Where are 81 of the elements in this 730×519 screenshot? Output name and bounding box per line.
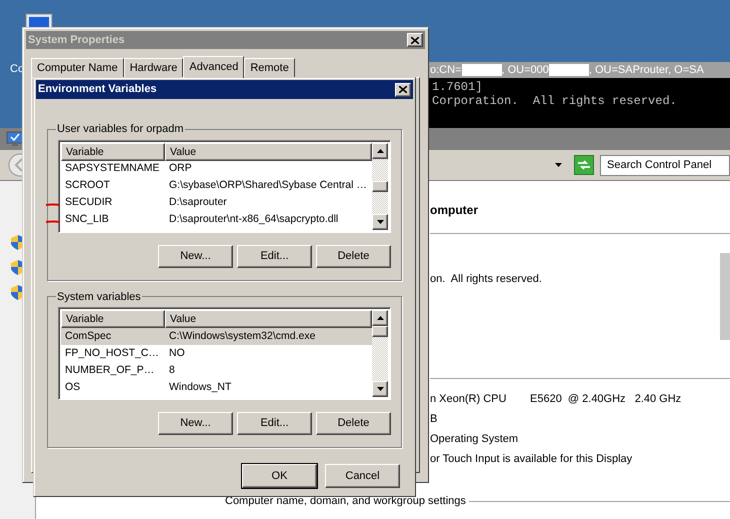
window-title: System Properties	[28, 32, 125, 48]
table-cell-text: 8	[168, 362, 175, 378]
column-header[interactable]: Variable	[61, 310, 165, 328]
down-arrow-icon	[376, 220, 384, 224]
variable-row[interactable]: SAPSYSTEMNAME ORP	[61, 160, 372, 178]
group-title: User variables for orpadm	[56, 122, 185, 137]
column-header[interactable]: Value	[165, 310, 372, 328]
variable-row[interactable]: SECUDIR D:\saprouter	[61, 194, 372, 212]
scroll-up-button[interactable]	[372, 310, 388, 326]
dialog-button[interactable]: Edit...	[237, 412, 312, 435]
close-icon	[411, 36, 419, 44]
window-title: Environment Variables	[38, 82, 157, 98]
column-header[interactable]: Variable	[61, 142, 165, 160]
variable-row[interactable]: FP_NO_HOST_C… NO	[61, 345, 372, 362]
tab[interactable]: Hardware	[124, 58, 184, 77]
table-cell-text: NO	[168, 346, 185, 361]
console-title: o:CN=	[430, 62, 462, 78]
table-cell-text: Windows_NT	[168, 380, 232, 395]
scroll-thumb[interactable]	[372, 326, 388, 337]
scroll-thumb[interactable]	[372, 180, 388, 192]
console-title: , OU=000	[502, 62, 549, 78]
tab[interactable]: Advanced	[183, 56, 244, 78]
down-arrow-icon	[376, 387, 384, 391]
redaction-block	[548, 64, 589, 76]
table-cell-text: D:\saprouter	[168, 195, 227, 210]
dialog-button[interactable]: New...	[158, 244, 233, 268]
table-cell-text: C:\Windows\system32\cmd.exe	[168, 328, 316, 344]
up-arrow-icon	[376, 148, 384, 152]
dialog-button[interactable]: Delete	[316, 412, 391, 435]
copyright-text: on. All rights reserved.	[430, 272, 542, 287]
scroll-up-button[interactable]	[372, 142, 388, 158]
spec-label: or Touch Input is available for this Display	[430, 452, 632, 465]
table-cell-text: ComSpec	[64, 328, 112, 344]
variable-row[interactable]: OS Windows_NT	[61, 379, 372, 396]
dialog-button[interactable]: OK	[242, 464, 317, 488]
variable-row[interactable]: NUMBER_OF_P… 8	[61, 362, 372, 379]
scrollbar[interactable]	[372, 142, 388, 230]
table-cell-text: SCROOT	[64, 178, 111, 194]
dropdown-caret-icon[interactable]	[555, 163, 562, 167]
scroll-down-button[interactable]	[372, 381, 388, 397]
table-cell-text: OS	[64, 380, 82, 395]
spec-label: n Xeon(R) CPU	[430, 392, 508, 405]
tab[interactable]: Computer Name	[31, 58, 124, 77]
variable-row[interactable]: SCROOT G:\sybase\ORP\Shared\Sybase Central …	[61, 178, 372, 194]
dialog-button[interactable]: Edit...	[237, 244, 312, 268]
console-title: , OU=SAProuter, O=SA	[588, 62, 704, 78]
console-line: Corporation. All rights reserved.	[432, 94, 678, 108]
variables-list[interactable]: Variable Value SAPSYSTEMNAME ORP SCROOT G:\sybase\ORP\Shared\Sybase Central … SECUDIR D:\saprouter SNC_LIB D:\saprouter\nt-x86_64\sapcrypto.dll	[58, 140, 391, 232]
console-line: 1.7601]	[432, 80, 484, 94]
monitor-icon	[6, 131, 24, 147]
scrollbar[interactable]	[372, 310, 388, 397]
refresh-icon[interactable]	[574, 155, 594, 175]
table-cell-text: FP_NO_HOST_C…	[64, 346, 160, 361]
redaction-block	[462, 64, 502, 76]
table-cell-text: SAPSYSTEMNAME	[64, 161, 161, 176]
variable-row[interactable]: ComSpec C:\Windows\system32\cmd.exe	[61, 328, 372, 345]
search-field[interactable]: Search Control Panel	[600, 154, 730, 176]
spec-label: B	[430, 412, 438, 425]
spec-label: Operating System	[430, 432, 518, 445]
table-cell-text: G:\sybase\ORP\Shared\Sybase Central …	[168, 178, 367, 194]
page-heading: omputer	[430, 202, 479, 217]
dialog-button[interactable]: Delete	[316, 244, 391, 268]
table-cell-text: SECUDIR	[64, 195, 114, 210]
table-cell-text: D:\saprouter\nt-x86_64\sapcrypto.dll	[168, 212, 338, 228]
section-heading: Computer name, domain, and workgroup settings	[225, 494, 466, 509]
table-cell-text: NUMBER_OF_P…	[64, 362, 156, 378]
table-cell-text: ORP	[168, 161, 192, 176]
spec-value: E5620 @ 2.40GHz 2.40 GHz	[530, 392, 682, 405]
group-title: System variables	[56, 290, 142, 304]
close-button[interactable]	[407, 33, 423, 47]
tab[interactable]: Remote	[244, 58, 295, 77]
variable-row[interactable]: SNC_LIB D:\saprouter\nt-x86_64\sapcrypto.dll	[61, 212, 372, 228]
up-arrow-icon	[376, 316, 384, 320]
close-icon	[399, 86, 407, 93]
variables-list[interactable]: Variable Value ComSpec C:\Windows\system32\cmd.exe FP_NO_HOST_C… NO NUMBER_OF_P… 8 OS Windows_NT	[58, 307, 391, 400]
column-header[interactable]: Value	[165, 142, 372, 160]
close-button[interactable]	[395, 82, 411, 96]
scroll-down-button[interactable]	[372, 214, 388, 230]
dialog-button[interactable]: Cancel	[325, 464, 400, 488]
table-cell-text: SNC_LIB	[64, 212, 110, 228]
dialog-button[interactable]: New...	[158, 412, 233, 435]
